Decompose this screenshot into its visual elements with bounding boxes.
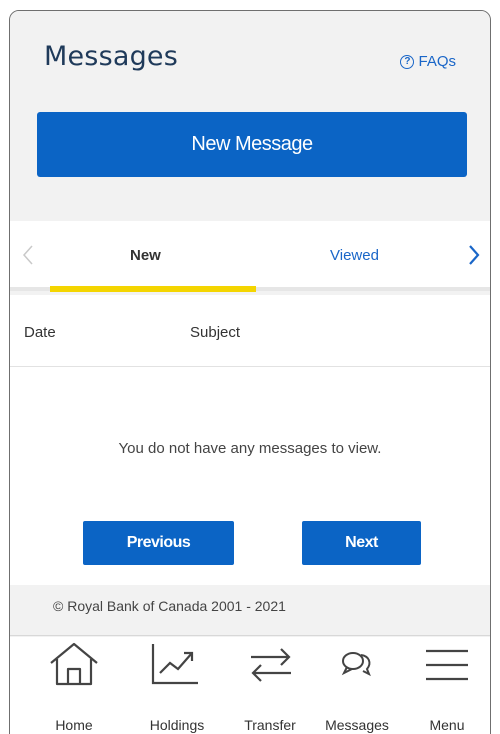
chevron-left-icon — [22, 245, 33, 265]
nav-menu-label: Menu — [429, 717, 465, 733]
footer-divider — [10, 635, 490, 636]
home-icon — [50, 642, 98, 686]
nav-holdings-label: Holdings — [149, 717, 205, 733]
app-frame: Messages ? FAQs New Message New Viewed D… — [9, 10, 491, 734]
column-header-subject[interactable]: Subject — [190, 324, 240, 341]
new-message-button[interactable]: New Message — [37, 112, 467, 177]
copyright-text: © Royal Bank of Canada 2001 - 2021 — [53, 598, 286, 614]
hamburger-menu-icon — [426, 649, 468, 681]
bottom-navigation: Home Holdings Transfer Messages Menu — [10, 637, 490, 734]
chart-trend-icon — [151, 644, 198, 685]
transfer-arrows-icon — [251, 648, 291, 682]
nav-transfer[interactable]: Transfer — [233, 637, 307, 734]
previous-button[interactable]: Previous — [83, 521, 234, 565]
page-title: Messages — [44, 41, 179, 72]
nav-menu[interactable]: Menu — [417, 637, 477, 734]
nav-transfer-label: Transfer — [244, 717, 296, 733]
question-circle-icon: ? — [400, 54, 415, 69]
faq-link[interactable]: ? FAQs — [400, 53, 456, 70]
chat-bubbles-icon — [341, 652, 371, 677]
chevron-right-icon — [469, 245, 480, 265]
message-tabs: New Viewed — [10, 221, 490, 292]
tab-viewed[interactable]: Viewed — [330, 247, 379, 264]
table-divider — [10, 366, 490, 367]
messages-table: Date Subject You do not have any message… — [10, 295, 490, 585]
nav-messages[interactable]: Messages — [312, 637, 402, 734]
next-button[interactable]: Next — [302, 521, 421, 565]
nav-home[interactable]: Home — [44, 637, 104, 734]
active-tab-indicator — [50, 286, 256, 292]
tabs-previous-arrow[interactable] — [16, 241, 40, 269]
empty-state-message: You do not have any messages to view. — [118, 440, 382, 457]
tabs-next-arrow[interactable] — [462, 241, 486, 269]
column-header-date[interactable]: Date — [24, 324, 56, 341]
nav-messages-label: Messages — [325, 717, 389, 733]
nav-holdings[interactable]: Holdings — [138, 637, 216, 734]
nav-home-label: Home — [55, 717, 93, 733]
tab-new[interactable]: New — [130, 247, 161, 264]
faq-label: FAQs — [418, 53, 456, 70]
page-header: Messages ? FAQs New Message — [10, 11, 490, 221]
